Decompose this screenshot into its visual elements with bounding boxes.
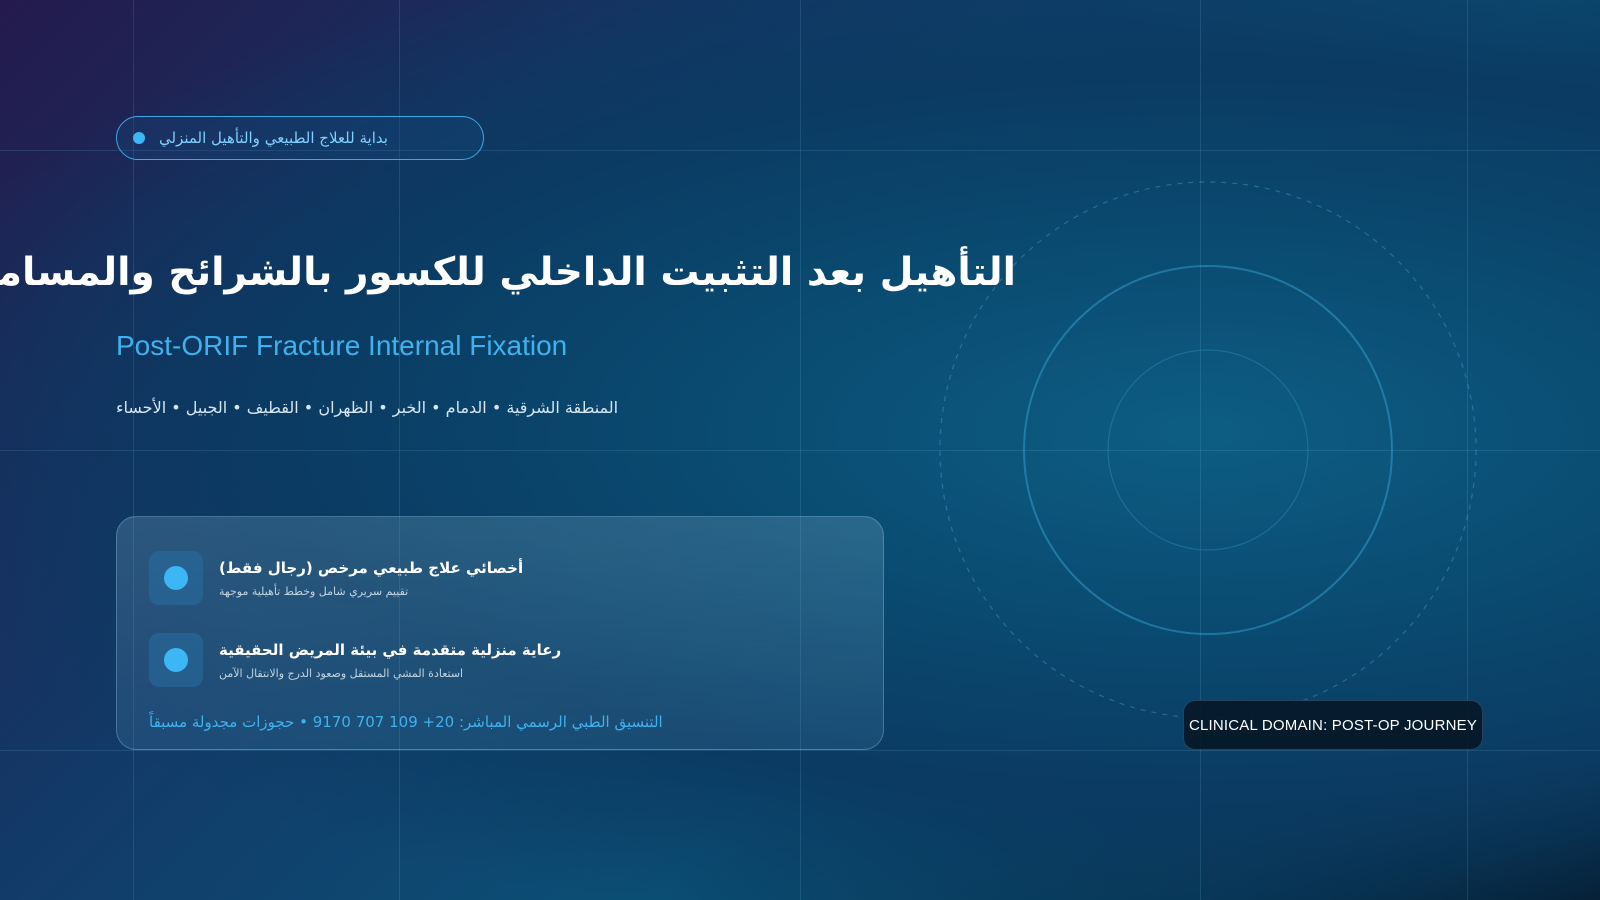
contact-line: التنسيق الطبي الرسمي المباشر: 20+ 109 70… (149, 713, 663, 731)
clinical-domain-badge: CLINICAL DOMAIN: POST-OP JOURNEY (1183, 700, 1483, 750)
feature-item: رعاية منزلية متقدمة في بيئة المريض الحقي… (149, 633, 561, 687)
inner-circle (1107, 349, 1309, 551)
feature-item: أخصائي علاج طبيعي مرخص (رجال فقط) تقييم … (149, 551, 523, 605)
feature-title: أخصائي علاج طبيعي مرخص (رجال فقط) (219, 558, 524, 577)
service-cities: المنطقة الشرقية • الدمام • الخبر • الظهر… (116, 398, 619, 417)
feature-subtitle: تقييم سريري شامل وخطط تأهيلية موجهة (219, 584, 409, 598)
page-subtitle: Post-ORIF Fracture Internal Fixation (116, 330, 568, 361)
dot-icon (164, 566, 188, 590)
features-card: أخصائي علاج طبيعي مرخص (رجال فقط) تقييم … (116, 516, 884, 750)
intro-badge: بداية للعلاج الطبيعي والتأهيل المنزلي (116, 116, 484, 160)
intro-badge-label: بداية للعلاج الطبيعي والتأهيل المنزلي (159, 129, 388, 147)
outer-dashed-circle (939, 181, 1477, 719)
dot-icon (133, 132, 145, 144)
dot-icon (164, 648, 188, 672)
page-title: التأهيل بعد التثبيت الداخلي للكسور بالشر… (0, 250, 1016, 295)
feature-icon-box (149, 551, 203, 605)
feature-icon-box (149, 633, 203, 687)
feature-title: رعاية منزلية متقدمة في بيئة المريض الحقي… (219, 640, 562, 659)
feature-subtitle: استعادة المشي المستقل وصعود الدرج والانت… (219, 666, 464, 680)
middle-circle (1023, 265, 1393, 635)
